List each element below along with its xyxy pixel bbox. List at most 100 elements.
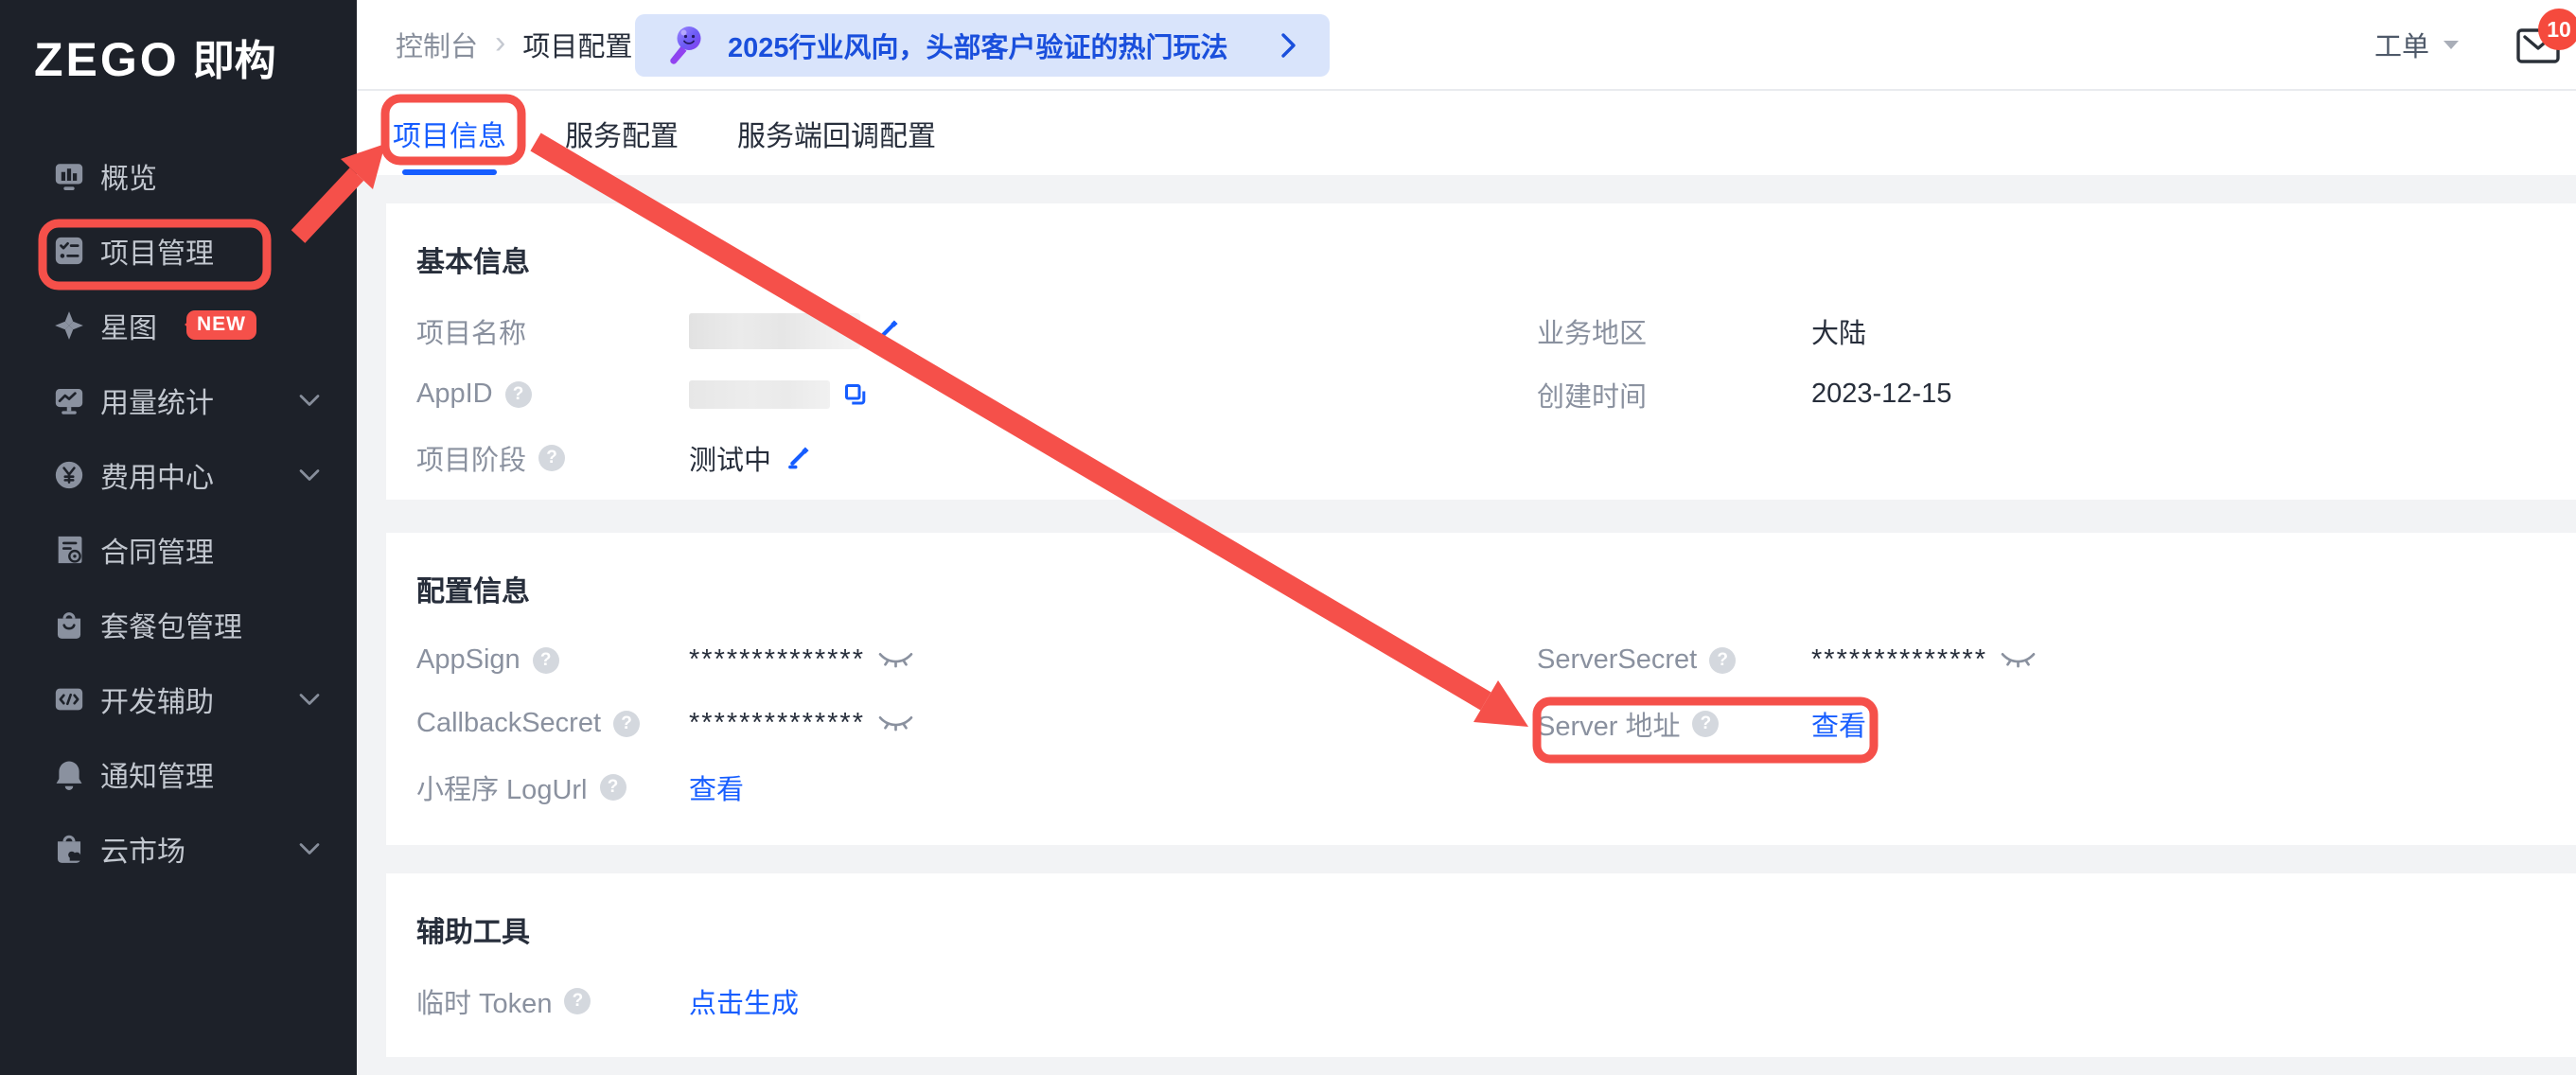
server-address-row: Server 地址 ? 查看 (1537, 692, 2576, 755)
generate-token-link[interactable]: 点击生成 (689, 981, 799, 1021)
field-label: CallbackSecret (416, 708, 601, 739)
field-label: 临时 Token (416, 981, 552, 1021)
server-secret-masked-value: ************** (1811, 644, 1987, 676)
basic-info-right-column: 业务地区 大陆 创建时间 2023-12-15 (1537, 299, 2576, 426)
help-icon[interactable]: ? (564, 988, 591, 1014)
chevron-down-icon (297, 840, 322, 857)
created-time-row: 创建时间 2023-12-15 (1537, 362, 2576, 426)
notification-icon (52, 757, 86, 791)
chevron-down-icon (297, 392, 322, 409)
business-region-row: 业务地区 大陆 (1537, 299, 2576, 362)
view-logurl-link[interactable]: 查看 (689, 767, 744, 807)
sidebar-item-project-management[interactable]: 项目管理 (0, 213, 357, 288)
sidebar-item-label: 套餐包管理 (100, 604, 242, 645)
appsign-row: AppSign ? ************** (416, 628, 1537, 692)
chevron-down-icon (297, 467, 322, 484)
breadcrumb: 控制台 › 项目配置 (396, 0, 632, 89)
sidebar-item-cloud-market[interactable]: 云市场 (0, 811, 357, 886)
sidebar-item-label: 合同管理 (100, 529, 214, 571)
basic-info-card: 基本信息 项目名称 AppID (386, 203, 2576, 500)
cloud-market-icon (52, 832, 86, 866)
server-secret-row: ServerSecret ? ************** (1537, 628, 2576, 692)
section-title: 基本信息 (416, 241, 2576, 285)
cost-center-icon (52, 458, 86, 492)
sidebar-item-notification-management[interactable]: 通知管理 (0, 736, 357, 811)
sidebar: ZEGO 即构 概览 项目管理 星图 NEW 用量统计 (0, 0, 357, 1075)
sidebar-item-label: 星图 (100, 305, 157, 346)
edit-icon[interactable] (873, 318, 899, 344)
help-icon[interactable]: ? (613, 711, 640, 737)
zego-logo[interactable]: ZEGO 即构 (34, 36, 276, 83)
banner-text: 2025行业风向，头部客户验证的热门玩法 (728, 26, 1260, 65)
field-label: 小程序 LogUrl (416, 767, 588, 807)
ticket-dropdown[interactable]: 工单 (2374, 25, 2461, 64)
eye-closed-icon[interactable] (878, 714, 913, 732)
redacted-project-name (689, 313, 860, 349)
package-icon (52, 608, 86, 642)
help-icon[interactable]: ? (600, 774, 626, 801)
tab-server-callback-config[interactable]: 服务端回调配置 (737, 91, 936, 175)
project-stage-value: 测试中 (689, 438, 771, 478)
edit-icon[interactable] (785, 445, 810, 470)
sidebar-item-star-map[interactable]: 星图 NEW (0, 288, 357, 362)
breadcrumb-separator: › (495, 25, 505, 65)
field-label: 业务地区 (1537, 311, 1647, 351)
help-icon[interactable]: ? (505, 381, 532, 408)
help-icon[interactable]: ? (1709, 647, 1736, 674)
star-map-icon (52, 308, 86, 343)
callback-secret-masked-value: ************** (689, 708, 865, 739)
help-icon[interactable]: ? (1692, 711, 1719, 737)
tab-service-config[interactable]: 服务配置 (565, 91, 679, 175)
usage-stats-icon (52, 383, 86, 417)
eye-closed-icon[interactable] (2001, 651, 2036, 669)
sidebar-item-label: 费用中心 (100, 454, 214, 496)
ticket-label: 工单 (2374, 25, 2429, 64)
sidebar-item-label: 开发辅助 (100, 678, 214, 720)
main-content: 项目信息 服务配置 服务端回调配置 基本信息 项目名称 (357, 91, 2576, 1075)
topbar-tools: 工单 10 (2374, 0, 2561, 89)
breadcrumb-current: 项目配置 (522, 25, 632, 64)
tab-project-info[interactable]: 项目信息 (393, 91, 506, 175)
tools-left-column: 临时 Token ? 点击生成 (416, 969, 1537, 1032)
sidebar-item-label: 用量统计 (100, 379, 214, 421)
copy-icon[interactable] (843, 382, 868, 407)
field-label: 项目阶段 (416, 438, 526, 478)
promo-banner[interactable]: 2025行业风向，头部客户验证的热门玩法 (635, 14, 1330, 77)
field-label: ServerSecret (1537, 644, 1697, 676)
help-icon[interactable]: ? (538, 445, 565, 471)
chevron-down-icon (297, 691, 322, 708)
field-label: 项目名称 (416, 311, 526, 351)
help-icon[interactable]: ? (533, 647, 559, 674)
project-management-icon (52, 234, 86, 268)
breadcrumb-console[interactable]: 控制台 (396, 25, 478, 64)
eye-closed-icon[interactable] (878, 651, 913, 669)
field-label: AppSign (416, 644, 520, 676)
banner-chevron-icon (1280, 32, 1297, 59)
sidebar-item-package-management[interactable]: 套餐包管理 (0, 587, 357, 661)
sidebar-item-cost-center[interactable]: 费用中心 (0, 437, 357, 512)
redacted-appid (689, 380, 830, 409)
view-server-address-link[interactable]: 查看 (1811, 704, 1866, 744)
sidebar-item-label: 项目管理 (100, 230, 214, 272)
logo-latin: ZEGO (34, 36, 180, 83)
config-info-card: 配置信息 AppSign ? ************** (386, 533, 2576, 845)
tools-card: 辅助工具 临时 Token ? 点击生成 (386, 873, 2576, 1057)
mail-unread-badge: 10 (2538, 9, 2576, 50)
mail-button[interactable]: 10 (2515, 20, 2561, 69)
tabbar: 项目信息 服务配置 服务端回调配置 (357, 91, 2576, 175)
sidebar-item-dev-tools[interactable]: 开发辅助 (0, 661, 357, 736)
field-label: AppID (416, 379, 493, 410)
config-info-right-column: ServerSecret ? ************** Server 地址 … (1537, 628, 2576, 755)
sidebar-item-usage-stats[interactable]: 用量统计 (0, 362, 357, 437)
field-label: 创建时间 (1537, 375, 1647, 414)
field-label: Server 地址 (1537, 704, 1680, 744)
sidebar-item-overview[interactable]: 概览 (0, 138, 357, 213)
miniprogram-logurl-row: 小程序 LogUrl ? 查看 (416, 755, 1537, 819)
dev-tools-icon (52, 682, 86, 716)
appid-row: AppID ? (416, 362, 1537, 426)
logo-cjk: 即构 (193, 41, 276, 83)
contract-icon (52, 533, 86, 567)
callback-secret-row: CallbackSecret ? ************** (416, 692, 1537, 755)
sidebar-item-contract-management[interactable]: 合同管理 (0, 512, 357, 587)
topbar: 控制台 › 项目配置 2025 (357, 0, 2576, 91)
